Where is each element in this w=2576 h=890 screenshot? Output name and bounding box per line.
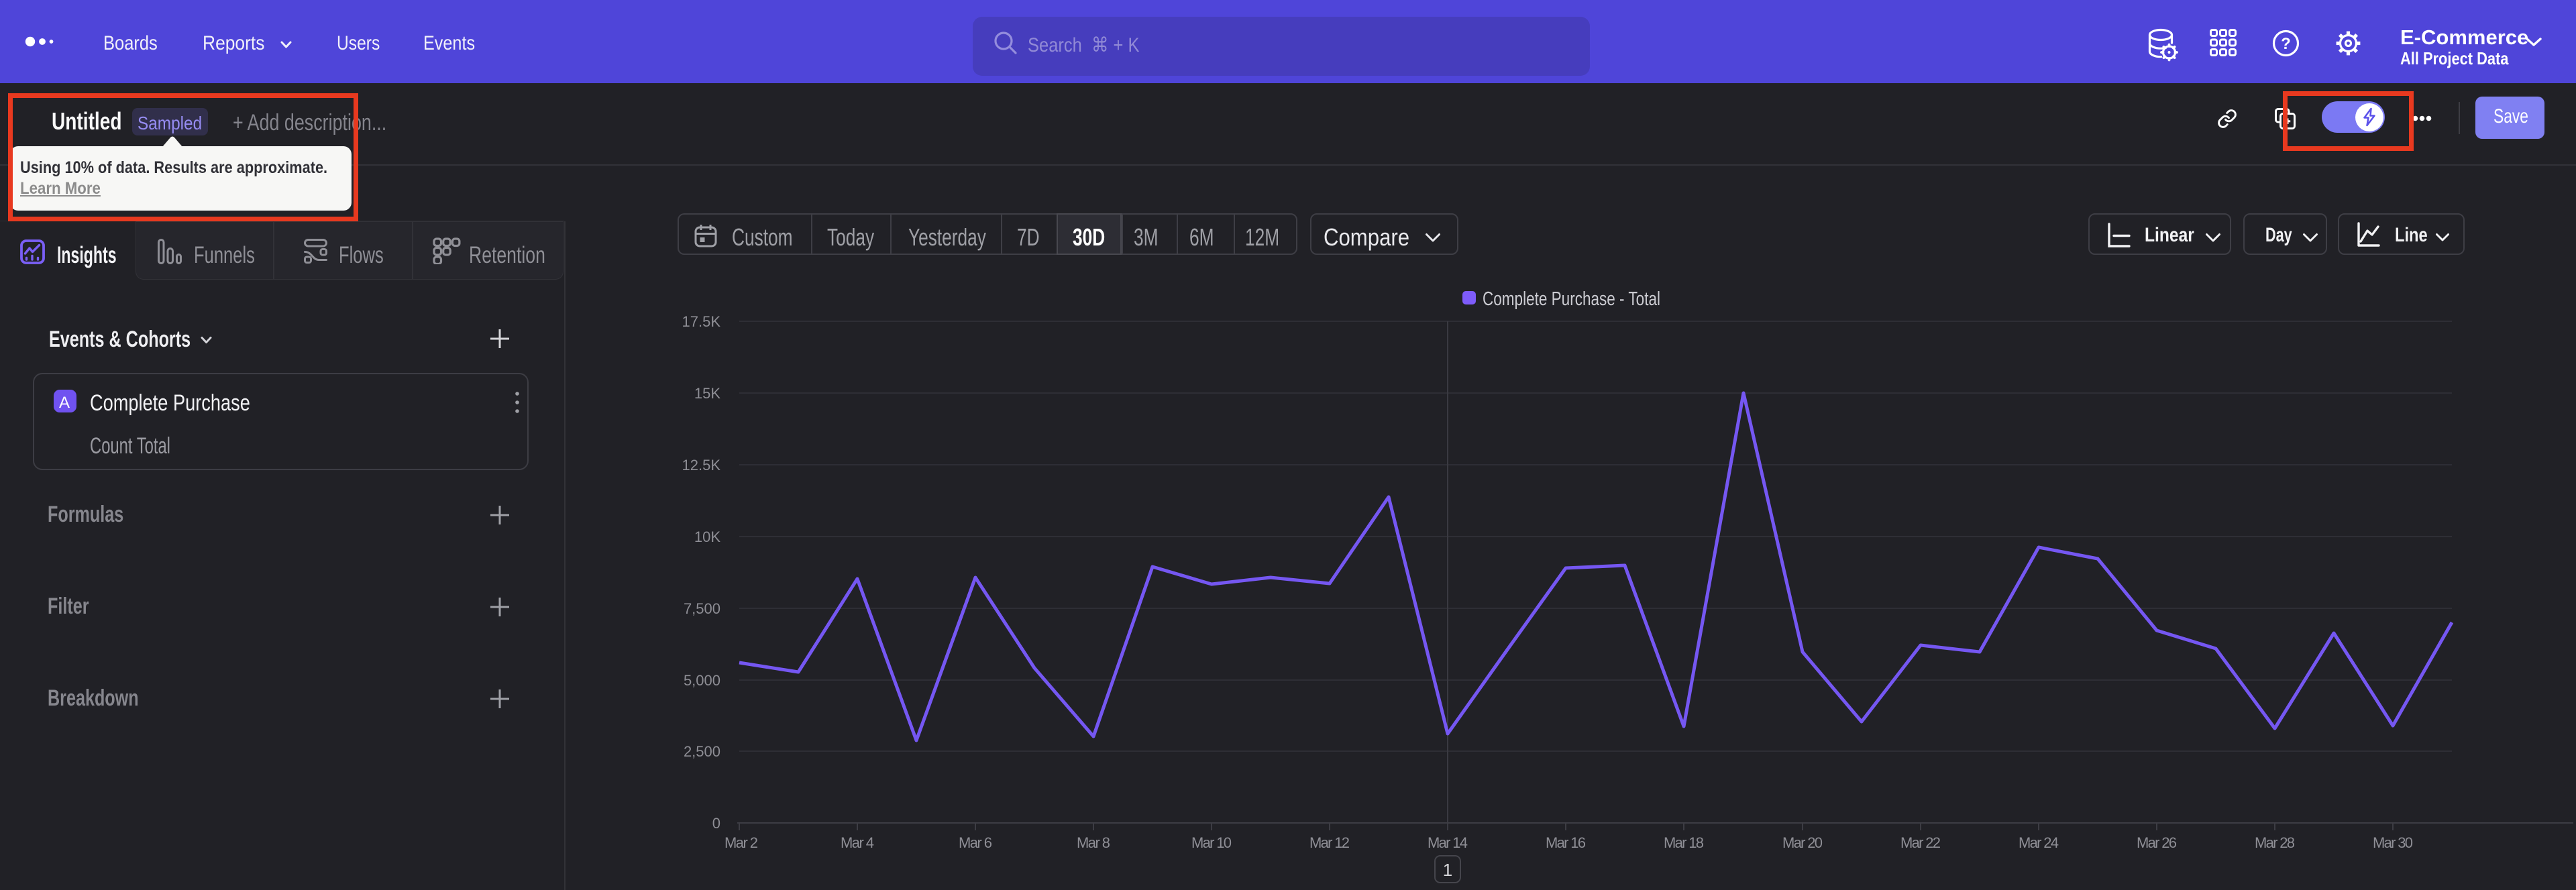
svg-text:5,000: 5,000 xyxy=(684,672,720,689)
svg-text:Mar 20: Mar 20 xyxy=(1782,834,1823,851)
svg-text:15K: 15K xyxy=(694,385,720,402)
svg-text:Mar 14: Mar 14 xyxy=(1428,834,1468,851)
svg-text:7,500: 7,500 xyxy=(684,600,720,617)
svg-text:10K: 10K xyxy=(694,529,720,545)
svg-text:Mar 24: Mar 24 xyxy=(2019,834,2059,851)
svg-text:Mar 28: Mar 28 xyxy=(2255,834,2295,851)
svg-text:Mar 4: Mar 4 xyxy=(841,834,874,851)
svg-text:Mar 2: Mar 2 xyxy=(724,834,758,851)
svg-text:2,500: 2,500 xyxy=(684,743,720,760)
svg-text:17.5K: 17.5K xyxy=(682,313,721,330)
svg-text:Mar 8: Mar 8 xyxy=(1077,834,1110,851)
svg-text:Complete Purchase - Total: Complete Purchase - Total xyxy=(1483,288,1660,310)
svg-text:Mar 16: Mar 16 xyxy=(1546,834,1586,851)
svg-text:Mar 10: Mar 10 xyxy=(1191,834,1232,851)
svg-text:Mar 26: Mar 26 xyxy=(2137,834,2177,851)
svg-text:Mar 12: Mar 12 xyxy=(1309,834,1350,851)
svg-text:Mar 30: Mar 30 xyxy=(2373,834,2413,851)
svg-text:Mar 6: Mar 6 xyxy=(959,834,992,851)
svg-text:0: 0 xyxy=(712,815,720,832)
svg-text:12.5K: 12.5K xyxy=(682,457,721,474)
svg-text:Mar 22: Mar 22 xyxy=(1900,834,1941,851)
svg-text:1: 1 xyxy=(1443,860,1452,880)
svg-text:Mar 18: Mar 18 xyxy=(1664,834,1704,851)
